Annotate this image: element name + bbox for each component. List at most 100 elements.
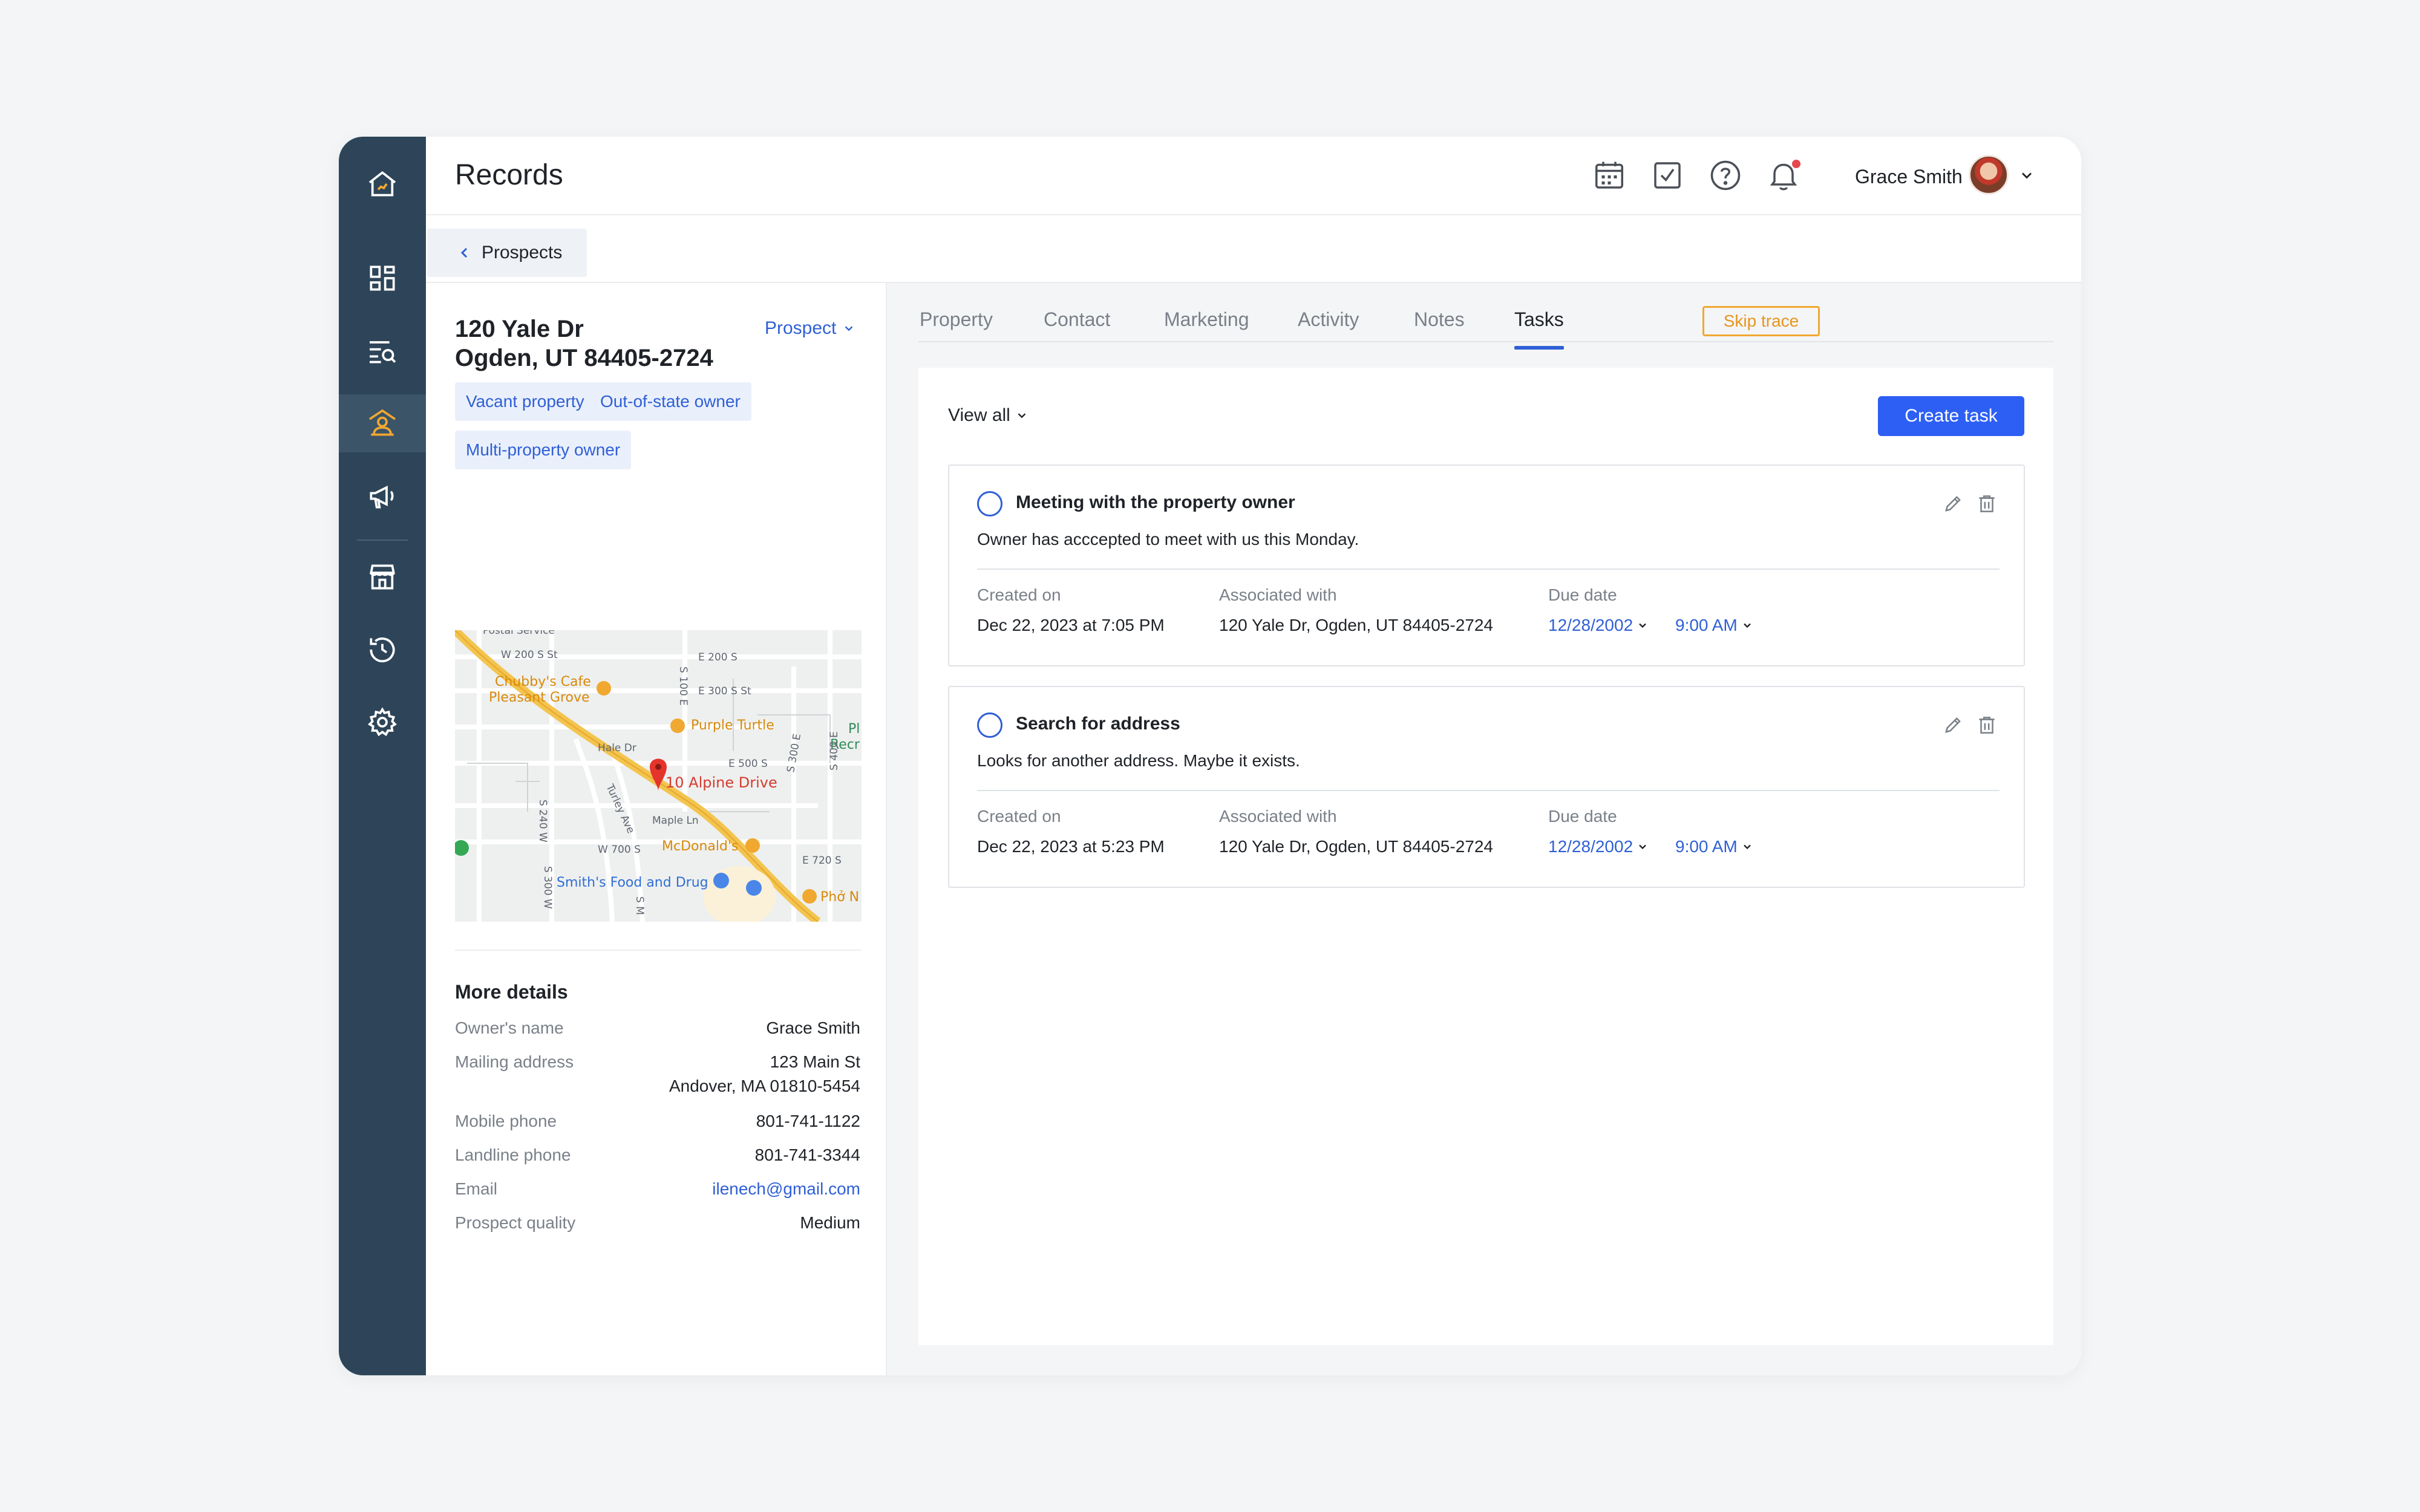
associated-with-label: Associated with	[1219, 807, 1337, 826]
prospect-quality-value: Medium	[800, 1213, 860, 1232]
chevron-down-icon	[1018, 413, 1026, 419]
map-label-w700: W 700 S	[598, 844, 641, 856]
breadcrumb-label: Prospects	[482, 243, 563, 262]
created-on-value: Dec 22, 2023 at 5:23 PM	[977, 837, 1165, 856]
mobile-phone-value: 801-741-1122	[756, 1112, 860, 1130]
marketing-icon[interactable]	[339, 467, 426, 525]
tab-property[interactable]: Property	[920, 308, 993, 331]
breadcrumb-back-button[interactable]: Prospects	[427, 229, 587, 277]
due-time-value: 9:00 AM	[1675, 837, 1738, 856]
mailing-address-label: Mailing address	[455, 1052, 574, 1071]
search-list-icon[interactable]	[339, 322, 426, 380]
due-time-dropdown[interactable]: 9:00 AM	[1675, 616, 1753, 635]
property-map[interactable]: Postal Service W 200 S St E 200 S E 300 …	[455, 630, 862, 922]
map-label-e300: E 300 S St	[698, 685, 751, 697]
user-name[interactable]: Grace Smith	[1855, 166, 1963, 188]
email-link[interactable]: ilenech@gmail.com	[712, 1179, 860, 1199]
task-title: Meeting with the property owner	[1016, 492, 1295, 512]
tab-contact[interactable]: Contact	[1044, 308, 1110, 331]
avatar[interactable]	[1969, 155, 2009, 195]
map-label-sm: S M	[633, 896, 646, 915]
sidebar	[339, 137, 426, 1375]
due-date-label: Due date	[1548, 585, 1617, 604]
dashboard-icon[interactable]	[339, 249, 426, 307]
associated-with-label: Associated with	[1219, 585, 1337, 604]
task-complete-checkbox[interactable]	[977, 491, 1002, 516]
task-description: Looks for another address. Maybe it exis…	[977, 751, 1300, 770]
view-all-filter[interactable]: View all	[948, 405, 1028, 426]
trash-icon[interactable]	[1975, 492, 1998, 515]
tab-notes[interactable]: Notes	[1414, 308, 1465, 331]
due-time-value: 9:00 AM	[1675, 616, 1738, 634]
associated-with-value: 120 Yale Dr, Ogden, UT 84405-2724	[1219, 837, 1493, 856]
tag-out-of-state-owner: Out-of-state owner	[589, 382, 751, 421]
map-label-w200: W 200 S St	[501, 649, 558, 661]
map-label-haledr: Hale Dr	[598, 742, 636, 754]
view-all-label: View all	[948, 405, 1010, 425]
due-date-value: 12/28/2002	[1548, 837, 1634, 856]
chevron-down-icon	[1743, 844, 1751, 850]
more-details-title: More details	[455, 981, 568, 1003]
due-date-dropdown[interactable]: 12/28/2002	[1548, 837, 1649, 856]
address-line1: 120 Yale Dr	[455, 316, 584, 342]
status-label: Prospect	[765, 318, 837, 338]
chevron-down-icon[interactable]	[2018, 167, 2035, 184]
prospect-quality-label: Prospect quality	[455, 1213, 576, 1232]
map-label-mcd: McDonald's	[662, 839, 739, 854]
chevron-left-icon	[460, 247, 468, 258]
map-label-alpine: 10 Alpine Drive	[666, 774, 777, 791]
history-icon[interactable]	[339, 621, 426, 679]
task-description: Owner has acccepted to meet with us this…	[977, 530, 1359, 549]
bell-icon[interactable]	[1765, 157, 1802, 194]
active-tab-indicator	[1514, 346, 1564, 350]
due-time-dropdown[interactable]: 9:00 AM	[1675, 837, 1753, 856]
calendar-icon[interactable]	[1591, 157, 1627, 194]
tab-tasks[interactable]: Tasks	[1514, 308, 1564, 331]
email-label: Email	[455, 1179, 498, 1198]
chevron-down-icon	[1639, 623, 1646, 628]
status-dropdown[interactable]: Prospect	[765, 318, 855, 339]
task-complete-checkbox[interactable]	[977, 712, 1002, 738]
store-icon[interactable]	[339, 548, 426, 606]
chevron-down-icon	[845, 326, 853, 331]
pencil-icon[interactable]	[1941, 714, 1964, 737]
due-date-dropdown[interactable]: 12/28/2002	[1548, 616, 1649, 635]
task-divider	[977, 569, 2000, 570]
details-divider	[455, 950, 862, 951]
create-task-button[interactable]: Create task	[1878, 396, 2024, 436]
map-label-e500: E 500 S	[728, 758, 768, 770]
map-label-postal: Postal Service	[483, 630, 555, 637]
map-label-s400e: S 400 E	[828, 731, 840, 771]
map-label-chubby2: Pleasant Grove	[489, 690, 590, 705]
help-icon[interactable]	[1707, 157, 1744, 194]
map-label-e200: E 200 S	[698, 651, 737, 663]
mailing-address-line2: Andover, MA 01810-5454	[669, 1077, 860, 1095]
address-line2: Ogden, UT 84405-2724	[455, 345, 713, 371]
chevron-down-icon	[1639, 844, 1646, 850]
trash-icon[interactable]	[1975, 714, 1998, 737]
owner-name-label: Owner's name	[455, 1018, 564, 1037]
task-check-icon[interactable]	[1649, 157, 1686, 194]
created-on-label: Created on	[977, 585, 1061, 604]
settings-icon[interactable]	[339, 693, 426, 751]
created-on-label: Created on	[977, 807, 1061, 826]
home-icon[interactable]	[339, 155, 426, 213]
pencil-icon[interactable]	[1941, 492, 1964, 515]
due-date-label: Due date	[1548, 807, 1617, 826]
top-header: Records	[426, 137, 2081, 215]
landline-phone-value: 801-741-3344	[754, 1145, 860, 1164]
tab-marketing[interactable]: Marketing	[1164, 308, 1249, 331]
map-label-s240w: S 240 W	[537, 800, 549, 842]
map-label-chubby1: Chubby's Cafe	[495, 674, 591, 689]
task-card: Meeting with the property owner Owner ha…	[948, 464, 2025, 666]
prospects-icon[interactable]	[339, 394, 426, 452]
tag-multi-property-owner: Multi-property owner	[455, 431, 632, 469]
mailing-address-line1: 123 Main St	[770, 1052, 860, 1071]
due-date-value: 12/28/2002	[1548, 616, 1634, 634]
skip-trace-button[interactable]: Skip trace	[1702, 306, 1820, 336]
notification-dot	[1792, 160, 1800, 168]
task-divider	[977, 790, 2000, 791]
tab-activity[interactable]: Activity	[1298, 308, 1359, 331]
mobile-phone-label: Mobile phone	[455, 1112, 557, 1130]
chevron-down-icon	[1743, 623, 1751, 628]
